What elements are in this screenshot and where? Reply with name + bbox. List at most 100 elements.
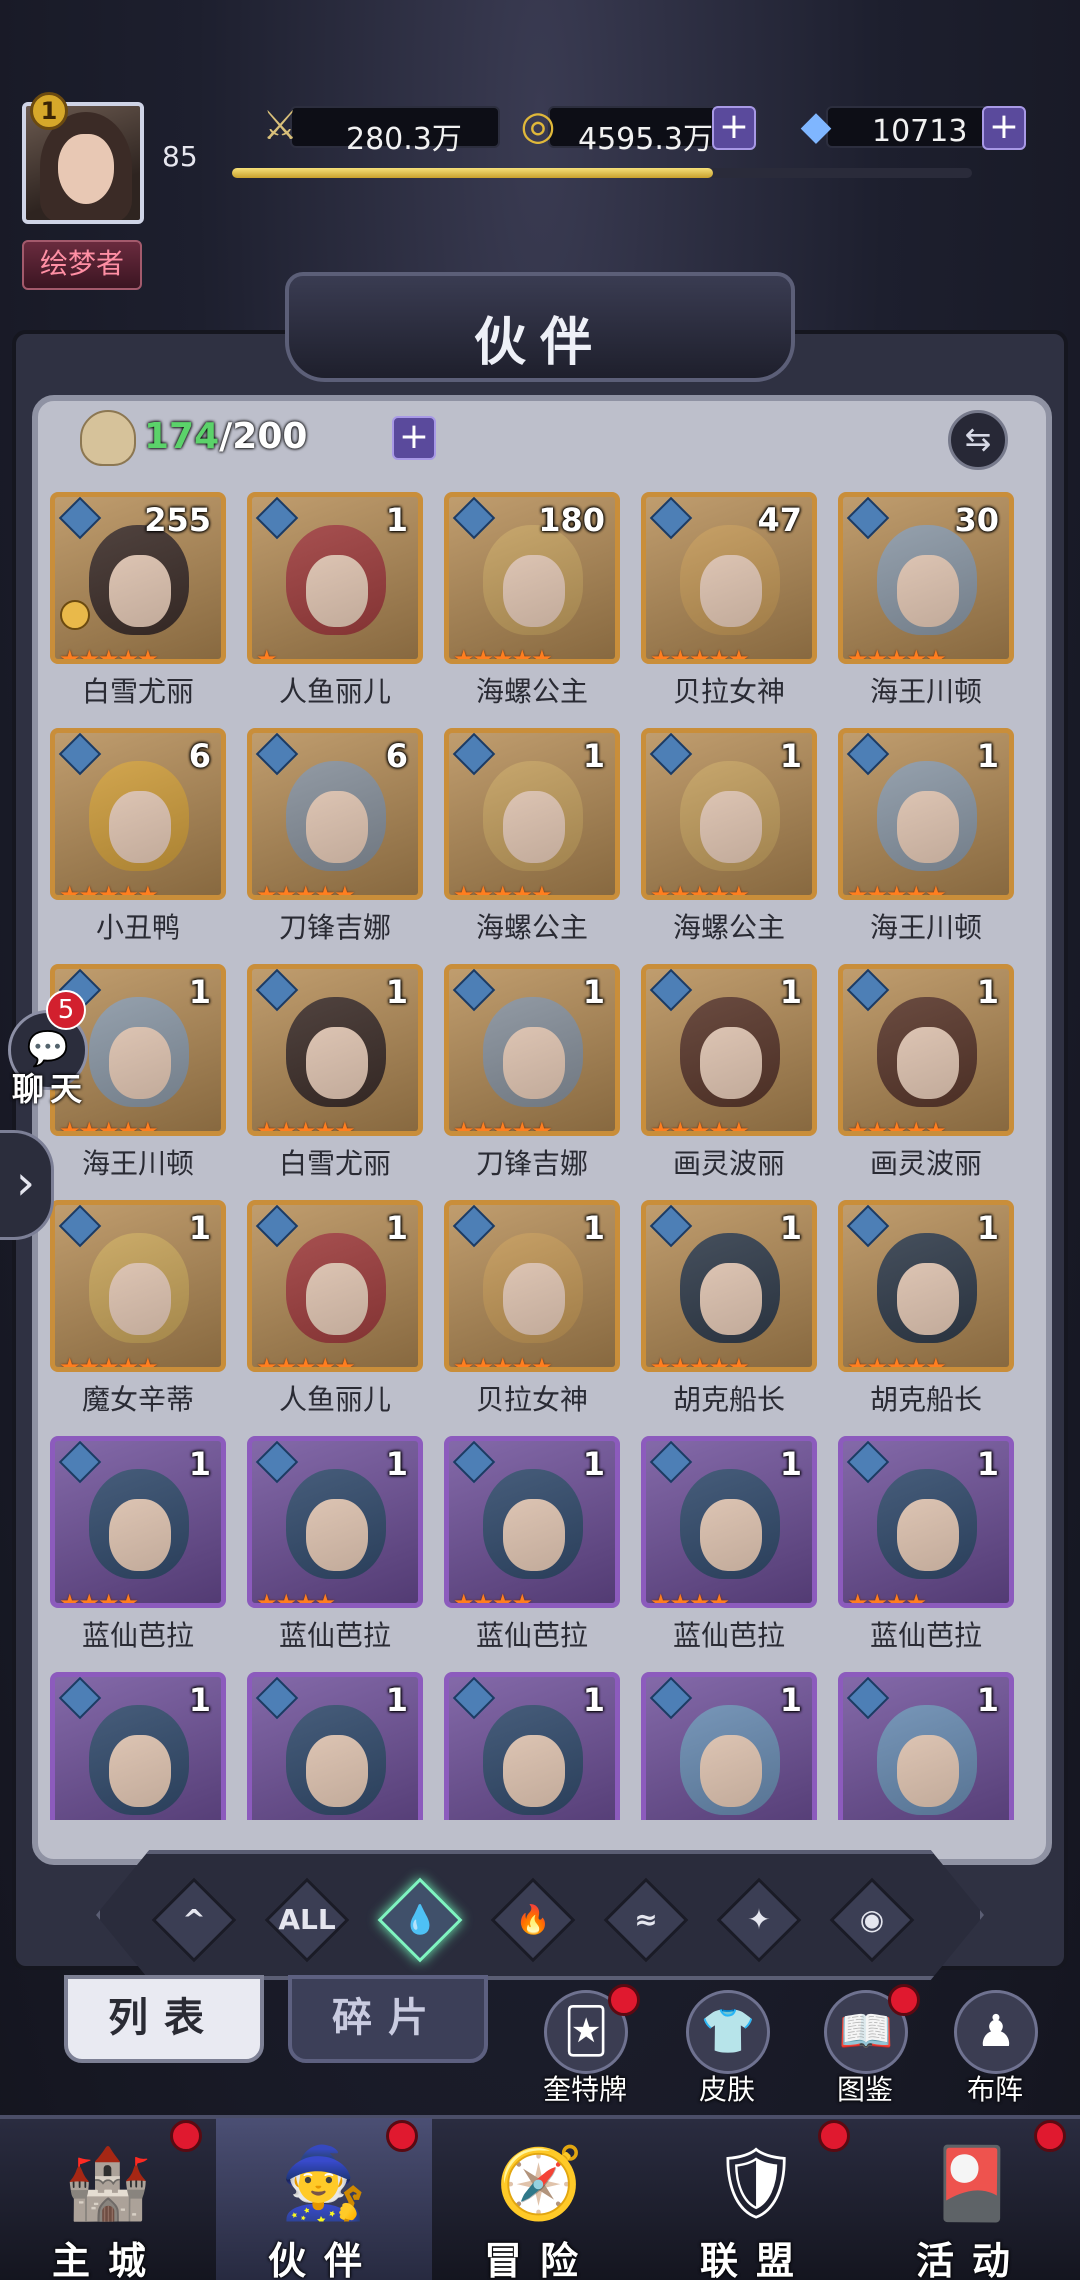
expand-roster-button[interactable]: + xyxy=(392,416,436,460)
partner-portrait[interactable]: 1 xyxy=(247,1672,423,1820)
filter-light-button[interactable]: ✦ xyxy=(716,1877,802,1963)
partner-stars: ★★★★★ xyxy=(847,1117,947,1136)
partner-portrait[interactable]: 1 ★★★★★ xyxy=(444,964,620,1136)
filter-water-button[interactable]: 💧 xyxy=(377,1877,463,1963)
partner-card[interactable]: 1 xyxy=(444,1670,620,1820)
partner-portrait[interactable]: 1 ★★★★ xyxy=(444,1436,620,1608)
partner-level: 1 xyxy=(582,1681,605,1719)
partner-portrait[interactable]: 1 xyxy=(641,1672,817,1820)
partner-portrait[interactable]: 1 xyxy=(50,1672,226,1820)
partner-portrait[interactable]: 1 ★★★★★ xyxy=(838,964,1014,1136)
partner-portrait[interactable]: 1 ★★★★★ xyxy=(247,964,423,1136)
partner-card[interactable]: 1 xyxy=(641,1670,817,1820)
filter-dark-button[interactable]: ◉ xyxy=(829,1877,915,1963)
partner-card[interactable]: 255 ★★★★★ 白雪尤丽 xyxy=(50,490,226,726)
partner-portrait[interactable]: 255 ★★★★★ xyxy=(50,492,226,664)
partner-card[interactable]: 1 ★★★★ 蓝仙芭拉 xyxy=(838,1434,1014,1670)
nav-tab[interactable]: 🎴 活动 xyxy=(864,2118,1080,2280)
partner-card[interactable]: 1 xyxy=(838,1670,1014,1820)
partner-portrait[interactable]: 6 ★★★★★ xyxy=(247,728,423,900)
sort-toggle-button[interactable]: ⇆ xyxy=(948,410,1008,470)
partner-card[interactable]: 1 ★ 人鱼丽儿 xyxy=(247,490,423,726)
partner-portrait[interactable]: 1 xyxy=(838,1672,1014,1820)
filter-earth-button[interactable]: ≈ xyxy=(603,1877,689,1963)
partner-card[interactable]: 1 ★★★★★ 白雪尤丽 xyxy=(247,962,423,1198)
partner-card[interactable]: 1 ★★★★★ 贝拉女神 xyxy=(444,1198,620,1434)
partner-portrait[interactable]: 1 ★★★★★ xyxy=(444,728,620,900)
partner-portrait[interactable]: 1 ★★★★★ xyxy=(838,728,1014,900)
partner-portrait[interactable]: 1 ★★★★★ xyxy=(641,728,817,900)
nav-tab[interactable]: 🏰 主城 xyxy=(0,2118,216,2280)
partner-level: 6 xyxy=(385,737,408,775)
player-title-badge[interactable]: 绘梦者 xyxy=(22,240,142,290)
add-diamond-button[interactable]: + xyxy=(982,106,1026,150)
nav-tab[interactable]: 🧙 伙伴 xyxy=(216,2118,432,2280)
notification-dot xyxy=(818,2120,850,2152)
partner-card[interactable]: 1 ★★★★★ 海王川顿 xyxy=(838,726,1014,962)
tab-fragments[interactable]: 碎片 xyxy=(288,1975,488,2063)
partner-portrait[interactable]: 47 ★★★★★ xyxy=(641,492,817,664)
filter-all-button[interactable]: ALL xyxy=(264,1877,350,1963)
power-sword-icon: ⚔ xyxy=(262,103,298,149)
partner-portrait[interactable]: 1 ★★★★★ xyxy=(247,1200,423,1372)
partner-card[interactable]: 1 ★★★★★ 海螺公主 xyxy=(444,726,620,962)
partner-card[interactable]: 1 ★★★★★ 画灵波丽 xyxy=(838,962,1014,1198)
quick-button[interactable]: ♟ 布阵 xyxy=(940,1990,1050,2106)
partner-card[interactable]: 1 ★★★★★ 人鱼丽儿 xyxy=(247,1198,423,1434)
partner-card[interactable]: 180 ★★★★★ 海螺公主 xyxy=(444,490,620,726)
nav-tab[interactable]: 🧭 冒险 xyxy=(432,2118,648,2280)
partner-card[interactable]: 1 ★★★★★ 刀锋吉娜 xyxy=(444,962,620,1198)
add-gold-button[interactable]: + xyxy=(712,106,756,150)
partner-level: 1 xyxy=(385,1445,408,1483)
partner-portrait[interactable]: 1 ★★★★★ xyxy=(641,1200,817,1372)
partner-card[interactable]: 1 ★★★★ 蓝仙芭拉 xyxy=(641,1434,817,1670)
roster-count-text: 174/200 xyxy=(144,416,307,457)
nav-tab[interactable]: 🛡 联盟 xyxy=(648,2118,864,2280)
side-expand-arrow-icon[interactable]: › xyxy=(0,1130,54,1240)
diamond-value: 10713 xyxy=(872,114,968,149)
partner-card[interactable]: 1 xyxy=(50,1670,226,1820)
partner-portrait[interactable]: 1 xyxy=(444,1672,620,1820)
partner-card[interactable]: 1 ★★★★ 蓝仙芭拉 xyxy=(247,1434,423,1670)
partner-portrait[interactable]: 180 ★★★★★ xyxy=(444,492,620,664)
nav-tab-label: 活动 xyxy=(915,2239,1028,2280)
partner-name: 蓝仙芭拉 xyxy=(81,1619,194,1652)
quick-button[interactable]: 🃏 奎特牌 xyxy=(530,1984,640,2106)
partner-card[interactable]: 6 ★★★★★ 小丑鸭 xyxy=(50,726,226,962)
partner-stars: ★★★★★ xyxy=(650,881,750,900)
partner-name: 人鱼丽儿 xyxy=(278,1383,391,1416)
filter-wind-button[interactable]: ^ xyxy=(151,1877,237,1963)
partner-stars: ★★★★★ xyxy=(453,1117,553,1136)
partner-portrait[interactable]: 1 ★★★★★ xyxy=(641,964,817,1136)
partner-card[interactable]: 1 ★★★★★ 海螺公主 xyxy=(641,726,817,962)
partner-card[interactable]: 1 ★★★★★ 魔女辛蒂 xyxy=(50,1198,226,1434)
filter-fire-button[interactable]: 🔥 xyxy=(490,1877,576,1963)
partner-portrait[interactable]: 1 ★★★★★ xyxy=(838,1200,1014,1372)
partner-card[interactable]: 47 ★★★★★ 贝拉女神 xyxy=(641,490,817,726)
partner-portrait[interactable]: 1 ★★★★ xyxy=(838,1436,1014,1608)
partner-name: 海螺公主 xyxy=(672,911,785,944)
partner-card[interactable]: 1 ★★★★★ 胡克船长 xyxy=(838,1198,1014,1434)
partner-card[interactable]: 1 ★★★★ 蓝仙芭拉 xyxy=(50,1434,226,1670)
partner-stars: ★★★★★ xyxy=(256,881,356,900)
gold-value: 4595.3万 xyxy=(578,122,713,157)
partner-card[interactable]: 1 ★★★★★ 画灵波丽 xyxy=(641,962,817,1198)
quick-button[interactable]: 👕 皮肤 xyxy=(672,1990,782,2106)
partner-card[interactable]: 1 xyxy=(247,1670,423,1820)
partner-card[interactable]: 1 ★★★★★ 胡克船长 xyxy=(641,1198,817,1434)
quick-button[interactable]: 📖 图鉴 xyxy=(810,1984,920,2106)
tab-list[interactable]: 列表 xyxy=(64,1975,264,2063)
partner-portrait[interactable]: 1 ★★★★★ xyxy=(50,1200,226,1372)
partner-portrait[interactable]: 1 ★★★★ xyxy=(641,1436,817,1608)
partner-card[interactable]: 6 ★★★★★ 刀锋吉娜 xyxy=(247,726,423,962)
partner-portrait[interactable]: 1 ★★★★ xyxy=(247,1436,423,1608)
partner-portrait[interactable]: 1 ★★★★★ xyxy=(444,1200,620,1372)
partner-portrait[interactable]: 6 ★★★★★ xyxy=(50,728,226,900)
partner-portrait[interactable]: 1 ★ xyxy=(247,492,423,664)
partner-level: 180 xyxy=(538,501,605,539)
partner-card[interactable]: 1 ★★★★ 蓝仙芭拉 xyxy=(444,1434,620,1670)
partner-portrait[interactable]: 1 ★★★★ xyxy=(50,1436,226,1608)
partner-portrait[interactable]: 30 ★★★★★ xyxy=(838,492,1014,664)
partner-card[interactable]: 30 ★★★★★ 海王川顿 xyxy=(838,490,1014,726)
chat-button[interactable]: 💬 5 聊天 xyxy=(0,990,96,1110)
